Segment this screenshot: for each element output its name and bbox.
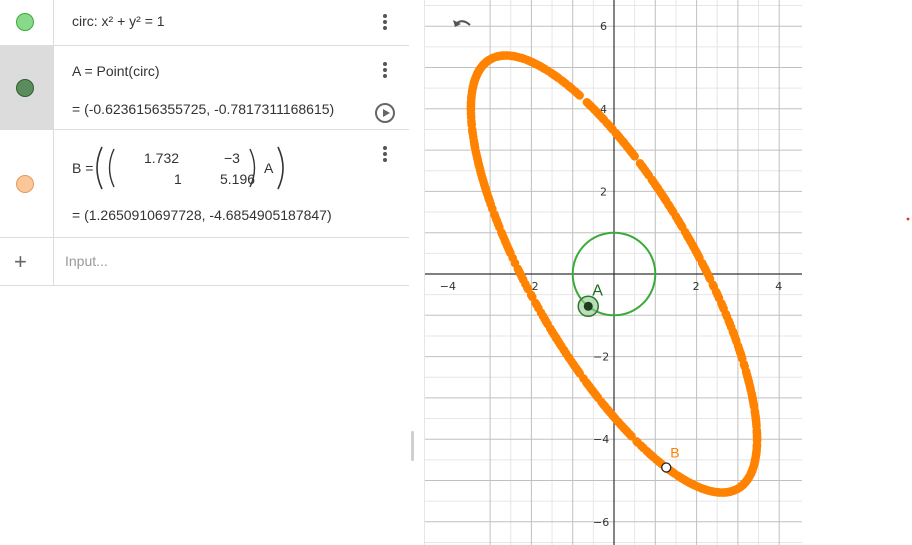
undo-icon[interactable] (451, 16, 473, 34)
trace-point (682, 231, 692, 240)
b-matrix-expression[interactable]: 1.732 −3 1 5.196 A (92, 145, 287, 191)
point-a-dot[interactable] (583, 301, 593, 311)
axes (425, 0, 802, 545)
circ-menu-icon[interactable] (376, 12, 394, 32)
point-a-label: A (592, 282, 603, 299)
visibility-marble-b[interactable] (16, 175, 34, 193)
y-tick-label: −6 (593, 516, 609, 529)
marble-column (0, 130, 54, 237)
panel-splitter[interactable] (409, 0, 425, 545)
x-tick-label: 4 (775, 280, 782, 293)
a-value: = (-0.6236156355725, -0.7817311168615) (72, 101, 335, 117)
matrix-cell: 1 (174, 171, 182, 187)
matrix-cell: −3 (224, 150, 240, 166)
trace-point (635, 159, 645, 168)
point-b-label: B (670, 445, 679, 461)
matrix-operand: A (264, 160, 274, 176)
matrix-brackets (96, 146, 284, 190)
algebra-input-field[interactable]: Input... (65, 253, 108, 269)
x-tick-labels: −4 −2 2 4 (440, 280, 782, 293)
visibility-marble-circ[interactable] (16, 13, 34, 31)
graphics-view[interactable]: −4 −2 2 4 6 4 2 −2 −4 −6 A B (425, 0, 912, 545)
algebra-input-row[interactable]: + Input... (0, 238, 409, 286)
algebra-row-a[interactable]: A = Point(circ) = (-0.6236156355725, -0.… (0, 46, 409, 130)
x-tick-label: 2 (693, 280, 700, 293)
b-menu-icon[interactable] (376, 144, 394, 164)
x-tick-label: −4 (440, 280, 456, 293)
marble-column: + (0, 238, 54, 285)
matrix-cell: 1.732 (144, 150, 180, 166)
y-tick-label: −2 (593, 351, 609, 364)
matrix-cell: 5.196 (220, 171, 256, 187)
graphics-canvas[interactable]: −4 −2 2 4 6 4 2 −2 −4 −6 A B (425, 0, 912, 545)
trace-point (582, 98, 592, 107)
visibility-marble-a[interactable] (16, 79, 34, 97)
offscreen-point-marker (906, 217, 910, 221)
b-value: = (1.2650910697728, -4.6854905187847) (72, 207, 332, 223)
y-tick-label: 2 (600, 185, 607, 198)
y-tick-label: 6 (600, 20, 607, 33)
a-definition[interactable]: A = Point(circ) (72, 63, 160, 79)
circ-definition[interactable]: circ: x² + y² = 1 (72, 13, 165, 29)
algebra-view: circ: x² + y² = 1 A = Point(circ) = (-0.… (0, 0, 409, 545)
a-menu-icon[interactable] (376, 60, 394, 80)
splitter-drag-handle[interactable] (411, 431, 414, 461)
marble-column (0, 46, 54, 129)
b-name[interactable]: B = (72, 160, 93, 176)
play-animation-icon[interactable] (375, 103, 395, 123)
marble-column (0, 0, 54, 45)
point-b[interactable] (661, 462, 672, 473)
plus-icon[interactable]: + (14, 251, 27, 273)
algebra-row-circ[interactable]: circ: x² + y² = 1 (0, 0, 409, 46)
y-tick-label: −4 (593, 433, 609, 446)
